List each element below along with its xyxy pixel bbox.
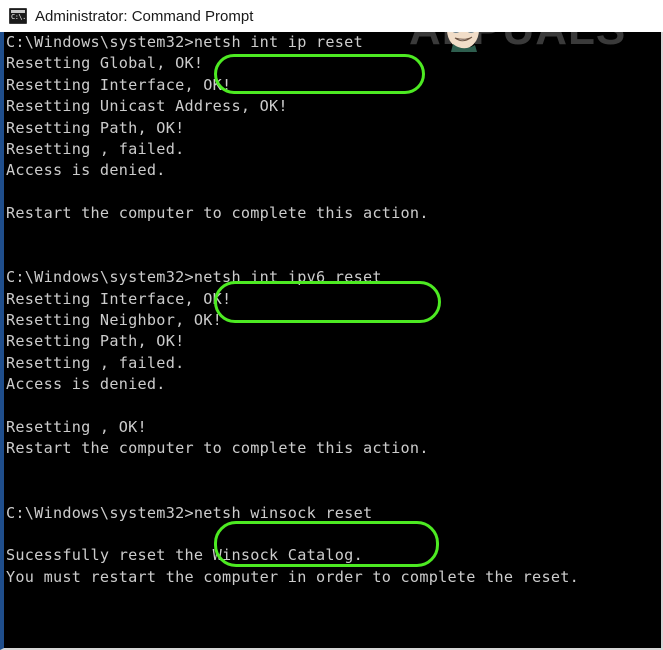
window-titlebar: Administrator: Command Prompt <box>0 0 663 32</box>
command-prompt-icon <box>9 8 27 24</box>
console-line: Resetting , failed. <box>6 139 185 158</box>
console-line: Restart the computer to complete this ac… <box>6 439 429 458</box>
console-lines: C:\Windows\system32>netsh int ip reset Re… <box>4 32 661 610</box>
window-title: Administrator: Command Prompt <box>35 7 254 25</box>
console-line: Resetting Unicast Address, OK! <box>6 97 288 116</box>
console-line: Resetting Global, OK! <box>6 54 204 73</box>
command-prompt-window: Administrator: Command Prompt APPUALS C:… <box>0 0 663 650</box>
console-line: Resetting Interface, OK! <box>6 75 232 94</box>
console-line: You must restart the computer in order t… <box>6 567 580 586</box>
console-output-area[interactable]: C:\Windows\system32>netsh int ip reset Re… <box>0 32 663 650</box>
console-line: Restart the computer to complete this ac… <box>6 204 429 223</box>
console-line: C:\Windows\system32>netsh winsock reset <box>6 503 373 522</box>
console-line: C:\Windows\system32>netsh int ip reset <box>6 33 363 51</box>
console-line: Resetting , OK! <box>6 418 147 437</box>
console-line: Resetting Interface, OK! <box>6 289 232 308</box>
console-line: Resetting Path, OK! <box>6 118 185 137</box>
console-line: Access is denied. <box>6 375 166 394</box>
console-line: Sucessfully reset the Winsock Catalog. <box>6 546 363 565</box>
console-line: Resetting Path, OK! <box>6 332 185 351</box>
console-line: Access is denied. <box>6 161 166 180</box>
console-line: Resetting , failed. <box>6 353 185 372</box>
console-line: C:\Windows\system32>netsh int ipv6 reset <box>6 268 382 287</box>
console-line: Resetting Neighbor, OK! <box>6 311 223 330</box>
